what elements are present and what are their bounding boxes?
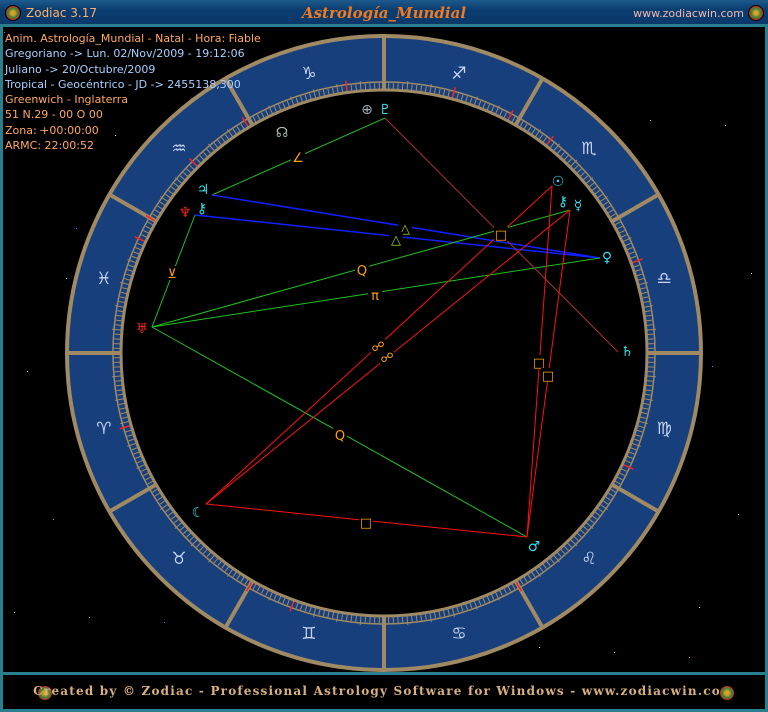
julian-date-line: Juliano -> 20/Octubre/2009 <box>5 62 156 76</box>
planet-chiron_b-icon[interactable]: ⚷ <box>558 194 568 210</box>
footer-banner: Created by © Zodiac - Professional Astro… <box>0 672 768 712</box>
aspect-symbol-jupiter-pluto: ∠ <box>292 151 304 166</box>
star <box>53 519 54 520</box>
planet-chiron_a-icon[interactable]: ⚷ <box>197 201 207 217</box>
star <box>539 647 540 648</box>
star <box>66 278 67 279</box>
planet-uranus-icon[interactable]: ♅ <box>136 321 149 337</box>
aspect-symbol-uranus-venus: π <box>371 289 379 304</box>
planet-neptune-icon[interactable]: ♆ <box>179 205 192 221</box>
zodiac-sign-5: ♊ <box>301 624 316 644</box>
star <box>751 273 752 274</box>
star <box>76 228 77 229</box>
gregorian-date-line: Gregoriano -> Lun. 02/Nov/2009 - 19:12:0… <box>5 47 245 61</box>
star <box>614 652 615 653</box>
footer-logo-right-icon <box>719 685 735 701</box>
chart-info-panel: Anim. Astrología_Mundial - Natal - Hora:… <box>5 31 261 153</box>
planet-node-icon[interactable]: ☊ <box>276 125 288 141</box>
star <box>689 657 690 658</box>
armc-line: ARMC: 22:00:52 <box>5 139 94 153</box>
zodiac-sign-9: ♎ <box>656 269 671 289</box>
zodiac-sign-3: ♈ <box>96 419 111 439</box>
location-line: Greenwich - Inglaterra <box>5 93 129 107</box>
aspect-symbol-neptune-venus: △ <box>391 233 401 248</box>
zodiac-sign-4: ♉ <box>171 549 186 569</box>
planet-earth-icon[interactable]: ⊕ <box>361 102 373 118</box>
footer-text[interactable]: Created by © Zodiac - Professional Astro… <box>3 684 765 698</box>
aspect-symbol-neptune-uranus: ⊻ <box>167 267 177 282</box>
planet-mercury-icon[interactable]: ☿ <box>574 198 583 214</box>
star <box>164 622 165 623</box>
planet-venus-icon[interactable]: ♀ <box>602 250 612 266</box>
star <box>14 612 15 613</box>
planet-saturn-icon[interactable]: ♄ <box>621 344 634 360</box>
zodiac-sign-0: ♑ <box>301 64 316 84</box>
aspect-symbol-moon-mars: □ <box>360 516 372 531</box>
zodiac-system-line: Tropical - Geocéntrico - JD -> 2455138,3… <box>5 77 241 91</box>
star <box>89 617 90 618</box>
zodiac-sign-7: ♌ <box>581 549 596 569</box>
chart-type-line: Anim. Astrología_Mundial - Natal - Hora:… <box>5 32 261 45</box>
star <box>27 371 28 372</box>
aspect-symbol-uranus-mars: Q <box>335 429 345 444</box>
zodiac-sign-11: ♐ <box>451 64 466 84</box>
zodiac-sign-8: ♍ <box>656 419 671 439</box>
coordinates-line: 51 N.29 - 00 O 00 <box>5 108 103 122</box>
planet-pluto-icon[interactable]: ♇ <box>379 102 392 118</box>
planet-mars-icon[interactable]: ♂ <box>528 539 541 555</box>
planet-sun-icon[interactable]: ☉ <box>552 174 565 190</box>
star <box>699 607 700 608</box>
zodiac-sign-10: ♏ <box>581 139 596 159</box>
star <box>650 120 651 121</box>
planet-jupiter-icon[interactable]: ♃ <box>197 182 210 198</box>
star <box>712 366 713 367</box>
aspect-symbol-mercury-mars: □ <box>542 369 554 384</box>
aspect-symbol-moon-mercury: ☍ <box>380 351 393 366</box>
zodiac-sign-2: ♓ <box>96 269 111 289</box>
star <box>738 514 739 515</box>
planet-moon-icon[interactable]: ☾ <box>192 505 205 521</box>
zodiac-sign-6: ♋ <box>451 624 466 644</box>
star <box>725 125 726 126</box>
aspect-symbol-pluto-saturn: □ <box>495 228 507 243</box>
aspect-symbol-uranus-mercury: Q <box>357 264 367 279</box>
timezone-line: Zona: +00:00:00 <box>5 123 99 137</box>
